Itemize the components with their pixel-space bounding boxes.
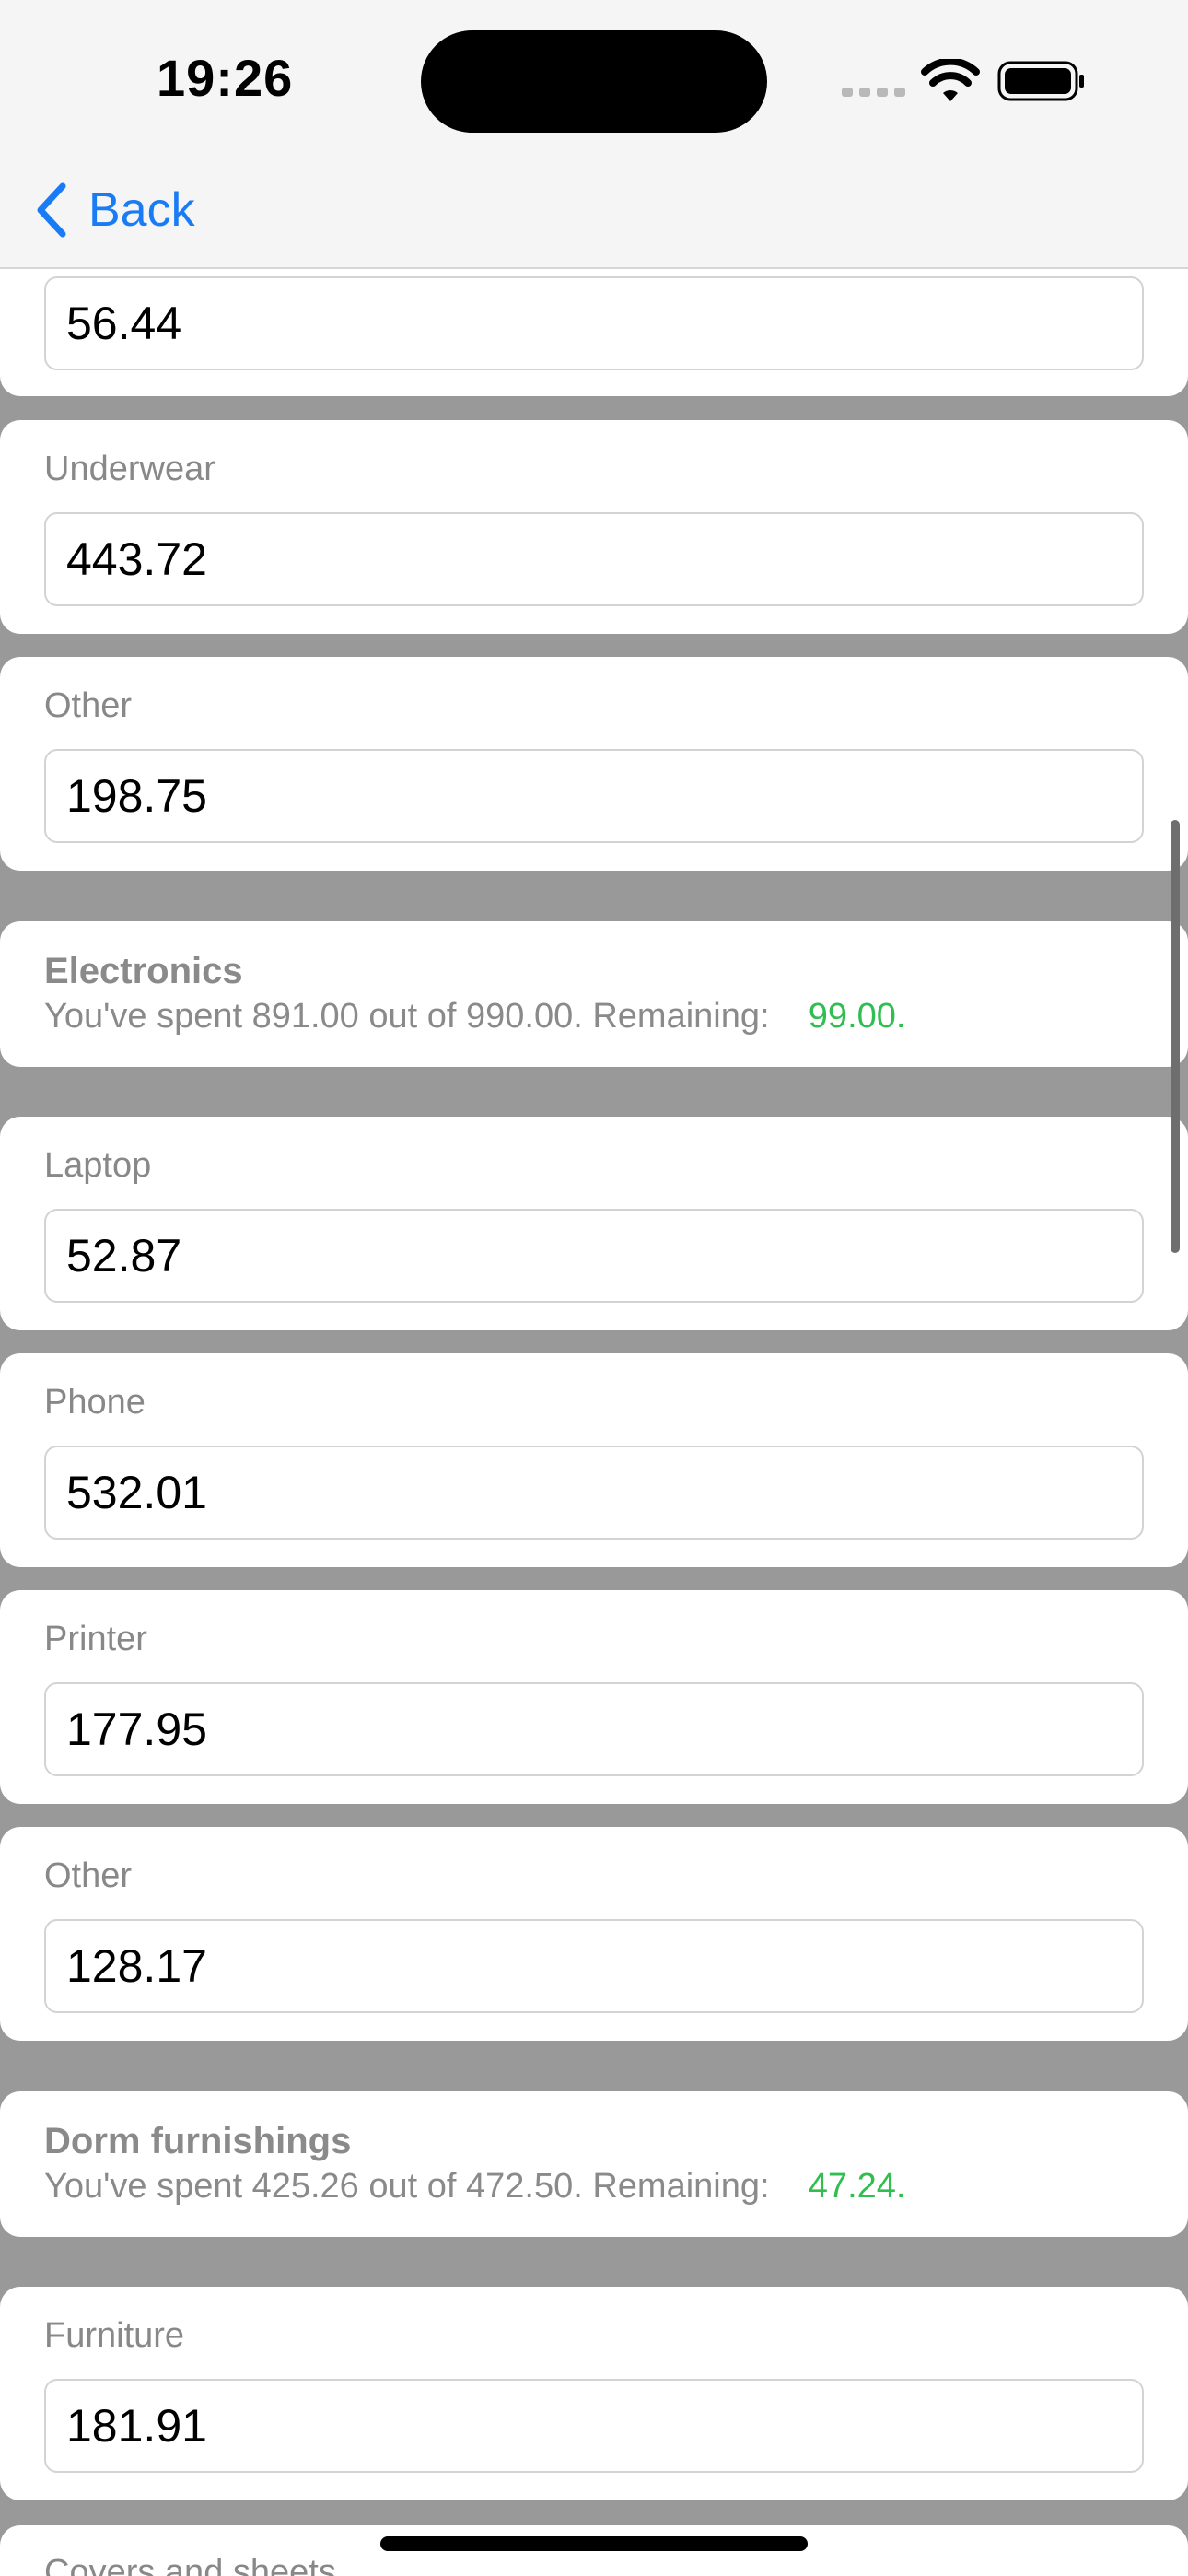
dynamic-island xyxy=(421,30,767,133)
expense-card-phone: Phone xyxy=(0,1353,1188,1567)
battery-icon xyxy=(997,61,1084,101)
electronics-other-amount-input[interactable] xyxy=(44,1919,1144,2013)
expense-label: Other xyxy=(44,1856,133,1895)
spent-text: You've spent 425.26 out of 472.50. Remai… xyxy=(44,2167,770,2206)
top-bar: 19:26 Back xyxy=(0,0,1188,269)
expense-card-underwear: Underwear xyxy=(0,420,1188,634)
expense-card-electronics-other: Other xyxy=(0,1827,1188,2041)
expense-label: Printer xyxy=(44,1620,147,1658)
clothing-other-amount-input[interactable] xyxy=(44,749,1144,843)
category-summary-electronics: Electronics You've spent 891.00 out of 9… xyxy=(0,921,1188,1067)
expense-card-laptop: Laptop xyxy=(0,1117,1188,1330)
printer-amount-input[interactable] xyxy=(44,1682,1144,1776)
back-label: Back xyxy=(88,183,195,237)
category-title: Dorm furnishings xyxy=(44,2121,352,2161)
category-summary-dorm-furnishings: Dorm furnishings You've spent 425.26 out… xyxy=(0,2091,1188,2237)
home-indicator[interactable] xyxy=(380,2536,808,2551)
spent-text: You've spent 891.00 out of 990.00. Remai… xyxy=(44,997,770,1036)
expense-label: Phone xyxy=(44,1383,146,1422)
remaining-amount: 99.00. xyxy=(808,997,906,1036)
phone-amount-input[interactable] xyxy=(44,1446,1144,1540)
furniture-amount-input[interactable] xyxy=(44,2379,1144,2473)
expense-label: Furniture xyxy=(44,2316,185,2355)
expense-label: Other xyxy=(44,686,133,725)
category-spent-summary: You've spent 891.00 out of 990.00. Remai… xyxy=(44,997,905,1036)
category-spent-summary: You've spent 425.26 out of 472.50. Remai… xyxy=(44,2167,905,2207)
underwear-amount-input[interactable] xyxy=(44,512,1144,606)
expense-card-furniture: Furniture xyxy=(0,2287,1188,2500)
scroll-indicator[interactable] xyxy=(1171,820,1180,1253)
laptop-amount-input[interactable] xyxy=(44,1209,1144,1303)
expense-card-clothing-other: Other xyxy=(0,657,1188,871)
expense-label: Laptop xyxy=(44,1146,152,1185)
expense-card-printer: Printer xyxy=(0,1590,1188,1804)
remaining-amount: 47.24. xyxy=(808,2167,906,2206)
expense-label: Covers and sheets xyxy=(44,2553,336,2576)
wifi-icon xyxy=(921,59,980,101)
expense-label: Underwear xyxy=(44,450,215,488)
status-time: 19:26 xyxy=(157,49,294,107)
back-button[interactable]: Back xyxy=(33,173,195,247)
chevron-left-icon xyxy=(37,182,66,238)
clothing-item-input[interactable] xyxy=(44,276,1144,370)
cellular-signal-icon xyxy=(842,88,905,97)
category-title: Electronics xyxy=(44,951,243,991)
